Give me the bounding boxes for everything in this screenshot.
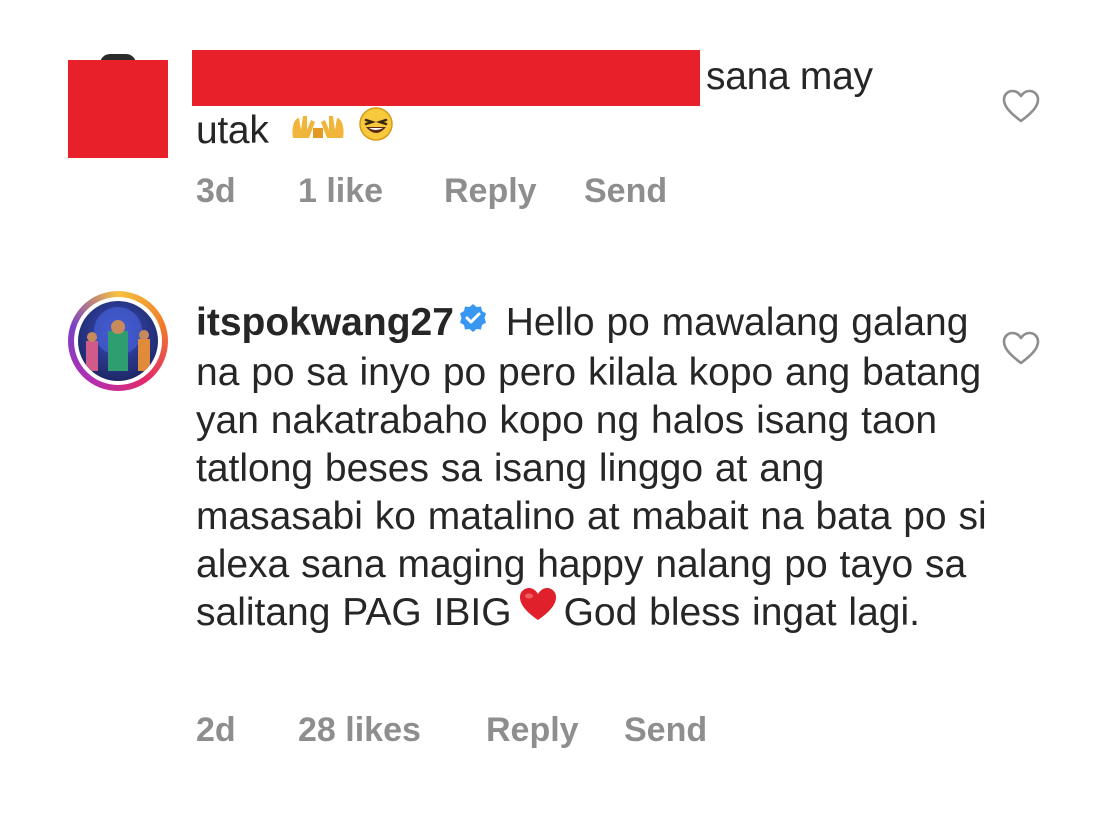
raising-hands-emoji-icon (289, 105, 347, 154)
like-heart-icon[interactable] (1001, 329, 1041, 369)
profile-photo (78, 301, 158, 381)
comment-text: utak (196, 109, 269, 152)
avatar[interactable] (68, 291, 168, 391)
username-redaction (192, 50, 700, 106)
avatar-redaction (68, 60, 168, 158)
comment-text-line1: sana may (706, 55, 873, 98)
timestamp: 3d (196, 172, 236, 210)
username-link[interactable]: itspokwang27 (196, 301, 454, 344)
send-button[interactable]: Send (584, 172, 667, 211)
comment-item-1: sana may utak 3d 1 like Reply Send (0, 40, 1120, 240)
comment-text-end: God bless ingat lagi. (563, 590, 920, 634)
reply-button[interactable]: Reply (444, 172, 537, 211)
send-button[interactable]: Send (624, 711, 707, 750)
verified-badge-icon (458, 297, 488, 345)
timestamp: 2d (196, 711, 236, 749)
comment-body: itspokwang27 Hello po mawalang galang na… (196, 299, 996, 638)
reply-button[interactable]: Reply (486, 711, 579, 750)
like-heart-icon[interactable] (1001, 87, 1041, 127)
comment-item-2: itspokwang27 Hello po mawalang galang na… (0, 285, 1120, 785)
comment-text-line2: utak (196, 106, 394, 157)
laughing-face-emoji-icon (358, 105, 394, 154)
red-heart-emoji-icon (518, 586, 558, 634)
comment-text: Hello po mawalang galang na po sa inyo p… (196, 301, 987, 634)
likes-count[interactable]: 28 likes (298, 711, 421, 750)
likes-count[interactable]: 1 like (298, 172, 383, 211)
